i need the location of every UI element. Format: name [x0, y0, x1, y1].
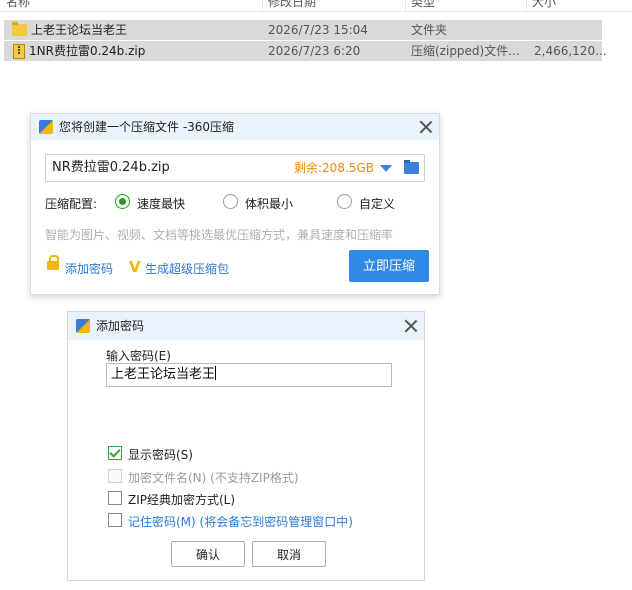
file-type: 文件夹: [411, 23, 448, 37]
column-header-name[interactable]: 名称: [6, 0, 30, 10]
folder-icon: [12, 22, 27, 36]
file-type: 压缩(zipped)文件...: [411, 44, 520, 58]
remember-password-checkbox[interactable]: [108, 513, 122, 527]
show-password-label[interactable]: 显示密码(S): [128, 446, 193, 463]
compress-dialog-titlebar[interactable]: 您将创建一个压缩文件 -360压缩: [31, 114, 439, 140]
column-divider[interactable]: [405, 0, 406, 11]
column-header-modified[interactable]: 修改日期: [268, 0, 316, 10]
remember-password-label[interactable]: 记住密码(M) (将会备忘到密码管理窗口中): [128, 513, 353, 530]
encrypt-filenames-label: 加密文件名(N) (不支持ZIP格式): [128, 471, 299, 485]
cancel-button[interactable]: 取消: [252, 541, 326, 567]
360-compress-app-icon: [76, 319, 90, 333]
column-divider[interactable]: [262, 0, 263, 11]
password-dialog-title: 添加密码: [96, 319, 145, 333]
zip-classic-encryption-label[interactable]: ZIP经典加密方式(L): [128, 491, 235, 508]
chevron-down-icon[interactable]: [380, 165, 392, 172]
text-caret: [215, 366, 217, 380]
radio-fastest-label[interactable]: 速度最快: [137, 195, 185, 212]
close-icon[interactable]: [404, 319, 418, 333]
free-space-text: 剩余:208.5GB: [294, 161, 374, 175]
password-input[interactable]: 上老王论坛当老王: [106, 363, 392, 387]
file-name: 1NR费拉雷0.24b.zip: [29, 44, 146, 58]
super-package-link[interactable]: 生成超级压缩包: [145, 260, 229, 277]
column-header-size[interactable]: 大小: [532, 0, 556, 10]
radio-custom-label[interactable]: 自定义: [359, 195, 395, 212]
lock-icon[interactable]: [47, 255, 59, 270]
password-input-value: 上老王论坛当老王: [111, 367, 216, 382]
file-modified: 2026/7/23 6:20: [268, 44, 361, 58]
compress-dialog-title: 您将创建一个压缩文件 -360压缩: [59, 120, 235, 134]
radio-smallest[interactable]: [223, 194, 238, 209]
confirm-button[interactable]: 确认: [171, 541, 245, 567]
close-icon[interactable]: [419, 120, 433, 134]
file-row-folder[interactable]: 上老王论坛当老王 2026/7/23 15:04 文件夹: [4, 20, 602, 40]
output-path-text: NR费拉雷0.24b.zip: [52, 160, 170, 175]
compress-hint-text: 智能为图片、视频、文档等挑选最优压缩方式，兼具速度和压缩率: [45, 228, 394, 242]
column-header-bar: 名称 修改日期 类型 大小: [0, 0, 632, 12]
file-size: 2,466,120...: [534, 44, 607, 58]
password-dialog-titlebar[interactable]: 添加密码: [68, 312, 424, 340]
add-password-link[interactable]: 添加密码: [65, 260, 113, 277]
zip-classic-encryption-checkbox[interactable]: [108, 491, 122, 505]
radio-smallest-label[interactable]: 体积最小: [245, 195, 293, 212]
add-password-dialog: 添加密码 输入密码(E) 上老王论坛当老王 显示密码(S) 加密文件名(N) (…: [67, 311, 425, 581]
radio-custom[interactable]: [337, 194, 352, 209]
radio-fastest[interactable]: [115, 194, 130, 209]
encrypt-filenames-checkbox[interactable]: [108, 469, 122, 483]
password-input-label: 输入密码(E): [106, 349, 171, 363]
column-header-type[interactable]: 类型: [411, 0, 435, 10]
file-row-zip[interactable]: 1NR费拉雷0.24b.zip 2026/7/23 6:20 压缩(zipped…: [4, 41, 607, 61]
compress-config-label: 压缩配置:: [45, 197, 98, 211]
output-path-field[interactable]: NR费拉雷0.24b.zip 剩余:208.5GB: [45, 154, 425, 182]
file-name: 上老王论坛当老王: [31, 23, 128, 37]
super-package-v-icon[interactable]: V: [129, 258, 141, 276]
360-compress-app-icon: [39, 120, 53, 134]
browse-folder-icon[interactable]: [404, 160, 419, 174]
file-modified: 2026/7/23 15:04: [268, 23, 368, 37]
column-divider[interactable]: [526, 0, 527, 11]
compress-dialog: 您将创建一个压缩文件 -360压缩 NR费拉雷0.24b.zip 剩余:208.…: [30, 113, 440, 295]
show-password-checkbox[interactable]: [108, 446, 122, 460]
file-explorer-list: 名称 修改日期 类型 大小 上老王论坛当老王 2026/7/23 15:04 文…: [0, 0, 632, 64]
compress-now-button[interactable]: 立即压缩: [349, 250, 429, 282]
zip-file-icon: [13, 44, 25, 59]
